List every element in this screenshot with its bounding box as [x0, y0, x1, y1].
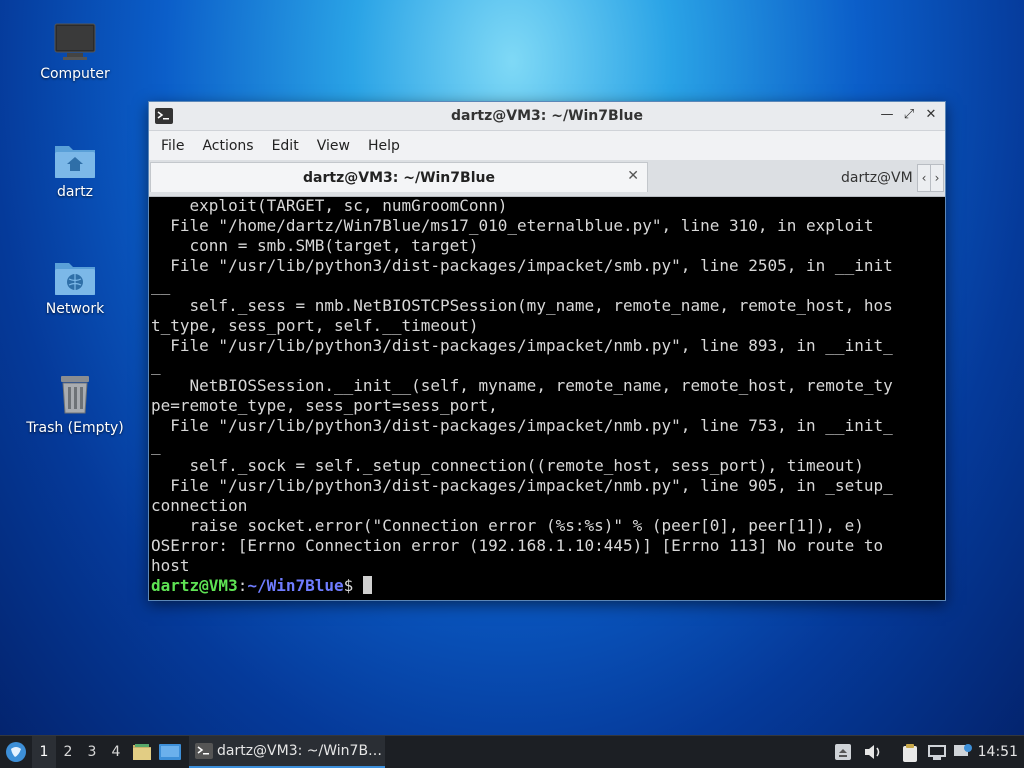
- terminal-line: pe=remote_type, sess_port=sess_port,: [151, 396, 498, 415]
- maximize-icon[interactable]: ⤢: [901, 107, 917, 123]
- terminal-line: host: [151, 556, 190, 575]
- desktop-icon-home[interactable]: dartz: [18, 140, 132, 200]
- terminal-line: _: [151, 436, 161, 455]
- tab-label: dartz@VM3: ~/Win7Blue: [303, 170, 495, 186]
- terminal-line: exploit(TARGET, sc, numGroomConn): [151, 196, 508, 215]
- workspace-2[interactable]: 2: [56, 736, 80, 768]
- start-menu-button[interactable]: [0, 736, 32, 768]
- menu-file[interactable]: File: [153, 138, 192, 154]
- terminal-line: File "/usr/lib/python3/dist-packages/imp…: [151, 256, 893, 275]
- minimize-icon[interactable]: —: [879, 107, 895, 123]
- taskbar-task-terminal[interactable]: dartz@VM3: ~/Win7B…: [189, 736, 385, 768]
- desktop-icon-trash[interactable]: Trash (Empty): [18, 372, 132, 436]
- terminal-line: __: [151, 276, 171, 295]
- terminal-line: raise socket.error("Connection error (%s…: [151, 516, 864, 535]
- desktop-icon-computer[interactable]: Computer: [18, 22, 132, 82]
- workspace-3[interactable]: 3: [80, 736, 104, 768]
- prompt-separator: :: [237, 576, 248, 595]
- show-desktop-button[interactable]: [156, 736, 184, 768]
- menu-actions[interactable]: Actions: [194, 138, 261, 154]
- menu-view[interactable]: View: [309, 138, 358, 154]
- terminal-app-icon: [195, 743, 213, 759]
- tab-active[interactable]: dartz@VM3: ~/Win7Blue ✕: [150, 162, 648, 192]
- workspace-4[interactable]: 4: [104, 736, 128, 768]
- home-folder-icon: [55, 146, 95, 178]
- prompt-user: dartz@VM3: [151, 576, 238, 595]
- file-manager-icon: [133, 744, 151, 760]
- terminal-line: t_type, sess_port, self.__timeout): [151, 316, 479, 335]
- window-title: dartz@VM3: ~/Win7Blue: [451, 108, 643, 124]
- trash-icon: [61, 376, 89, 414]
- file-manager-launcher[interactable]: [128, 736, 156, 768]
- taskbar: 1 2 3 4 dartz@VM3: ~/Win7B… 14:51: [0, 735, 1024, 768]
- terminal-line: self._sess = nmb.NetBIOSTCPSession(my_na…: [151, 296, 893, 315]
- terminal-line: conn = smb.SMB(target, target): [151, 236, 479, 255]
- terminal-line: connection: [151, 496, 248, 515]
- window-titlebar[interactable]: dartz@VM3: ~/Win7Blue — ⤢ ✕: [149, 102, 945, 131]
- terminal-line: NetBIOSSession.__init__(self, myname, re…: [151, 376, 893, 395]
- computer-icon: [54, 23, 96, 60]
- tab-label: dartz@VM: [841, 170, 913, 186]
- terminal-prompt-line[interactable]: dartz@VM3:~/Win7Blue$: [151, 576, 941, 596]
- desktop-icon-label: Trash (Empty): [26, 420, 124, 436]
- tab-bar: dartz@VM3: ~/Win7Blue ✕ dartz@VM ‹ ›: [149, 160, 945, 197]
- terminal-line: File "/usr/lib/python3/dist-packages/imp…: [151, 336, 893, 355]
- clipboard-icon[interactable]: [900, 743, 920, 763]
- desktop-icon-label: Network: [45, 301, 105, 317]
- desktop-icon-network[interactable]: Network: [18, 257, 132, 317]
- workspace-1[interactable]: 1: [32, 736, 56, 768]
- update-notifier-icon[interactable]: [953, 743, 973, 761]
- tab-scroll-left-icon[interactable]: ‹: [917, 164, 931, 192]
- terminal-line: File "/usr/lib/python3/dist-packages/imp…: [151, 476, 893, 495]
- terminal-line: OSError: [Errno Connection error (192.16…: [151, 536, 884, 555]
- close-icon[interactable]: ✕: [923, 107, 939, 123]
- terminal-line: _: [151, 356, 161, 375]
- volume-icon[interactable]: [863, 743, 883, 761]
- tab-scroll-right-icon[interactable]: ›: [930, 164, 944, 192]
- menu-bar: File Actions Edit View Help: [149, 131, 945, 160]
- lxqt-menu-icon: [6, 742, 26, 762]
- desktop-icon-label: Computer: [40, 66, 110, 82]
- tab-inactive[interactable]: dartz@VM: [649, 164, 917, 192]
- prompt-symbol: $: [343, 576, 363, 595]
- network-icon[interactable]: [927, 743, 947, 761]
- clipboard-eject-icon[interactable]: [834, 743, 852, 761]
- terminal-line: File "/home/dartz/Win7Blue/ms17_010_eter…: [151, 216, 874, 235]
- menu-help[interactable]: Help: [360, 138, 408, 154]
- clock[interactable]: 14:51: [978, 736, 1018, 768]
- terminal-output[interactable]: exploit(TARGET, sc, numGroomConn) File "…: [151, 196, 941, 596]
- terminal-window: dartz@VM3: ~/Win7Blue — ⤢ ✕ File Actions…: [148, 101, 946, 601]
- terminal-line: self._sock = self._setup_connection((rem…: [151, 456, 864, 475]
- network-folder-icon: [55, 263, 95, 295]
- terminal-line: File "/usr/lib/python3/dist-packages/imp…: [151, 416, 893, 435]
- prompt-path: ~/Win7Blue: [247, 576, 344, 595]
- task-label: dartz@VM3: ~/Win7B…: [217, 743, 383, 759]
- desktop-icon-label: dartz: [56, 184, 94, 200]
- menu-edit[interactable]: Edit: [264, 138, 307, 154]
- terminal-cursor: [362, 576, 372, 594]
- tab-close-icon[interactable]: ✕: [627, 168, 639, 184]
- desktop-icon: [159, 744, 181, 760]
